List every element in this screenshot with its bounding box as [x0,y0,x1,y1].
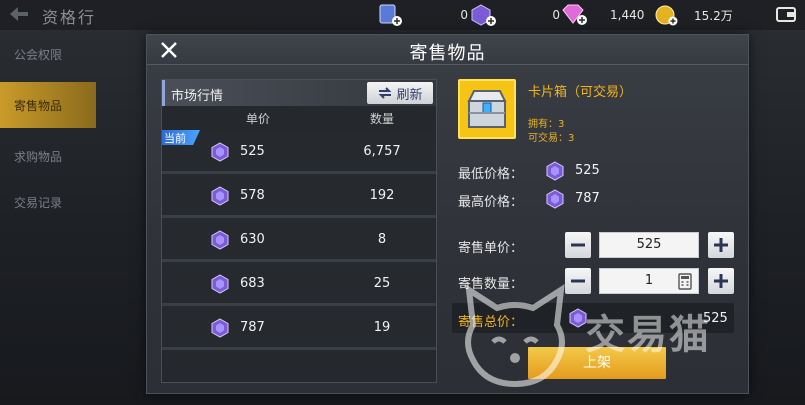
gem-icon [211,274,229,294]
plus-icon [714,238,728,252]
card-box-item-icon [458,79,516,139]
refresh-label: 刷新 [396,87,423,103]
unit-price-label: 寄售单价： [458,241,524,256]
gem-resource[interactable]: 0 [470,4,560,26]
sidebar-item-0[interactable]: 公会权限 [0,36,96,72]
item-owned: 拥有：3 [528,119,565,130]
watermark-text: 交易猫 [585,312,711,358]
row-price: 787 [240,320,265,335]
min-price-value: 525 [575,163,600,178]
unit-price-input[interactable]: 525 [599,232,699,258]
sidebar-item-1[interactable]: 寄售物品 [0,82,96,128]
row-price: 525 [240,144,265,159]
gem-icon [211,186,229,206]
quantity-value: 1 [644,273,654,288]
cat-logo-watermark [465,284,565,388]
gem-icon [211,142,229,162]
gem-icon [211,318,229,338]
market-row: 683 25 [162,262,436,306]
price-column-header: 单价 [246,112,271,126]
back-arrow-icon[interactable] [8,4,30,24]
treasure-box-icon [467,90,507,128]
card-resource[interactable]: 0 [378,4,468,26]
item-name: 卡片箱（可交易） [528,85,633,100]
row-quantity: 25 [373,276,391,291]
market-row: 525 6,757 [162,130,436,174]
row-quantity: 192 [369,188,395,203]
market-title: 市场行情 [171,89,224,104]
market-row: 630 8 [162,218,436,262]
gem-plus-icon [471,4,496,26]
market-row: 578 192 [162,174,436,218]
wallet-icon[interactable] [776,6,796,22]
row-price: 683 [240,276,265,291]
background-title: 资格行 [42,8,97,27]
sidebar-item-2[interactable]: 求购物品 [0,138,96,174]
diamond-resource[interactable]: 1,440 [560,4,644,26]
quantity-input[interactable]: 1 [599,268,699,294]
market-rows: 525 6,757 578 192 630 8 683 25 787 19 [162,130,436,350]
row-quantity: 6,757 [363,144,401,159]
dialog-header: 寄售物品 [147,35,748,65]
top-bar: 资格行 0 0 1,440 15.2万 [0,0,805,30]
diamond-count: 1,440 [610,8,645,22]
gold-coin-plus-icon [655,5,678,26]
refresh-button[interactable]: 刷新 [367,82,433,104]
market-panel: 市场行情 刷新 单价 数量 525 6,757 578 192 630 8 68… [161,79,437,383]
card-plus-icon [379,4,402,26]
row-price: 630 [240,232,265,247]
gold-resource[interactable]: 15.2万 [654,4,733,26]
diamond-plus-icon [562,4,587,25]
gem-icon [211,230,229,250]
card-count: 0 [460,8,468,22]
unit-price-plus-button[interactable] [708,232,734,258]
plus-icon [714,274,728,288]
row-price: 578 [240,188,265,203]
max-price-label: 最高价格： [458,195,524,210]
gem-count: 0 [552,8,560,22]
background-sidebar: 公会权限 寄售物品 求购物品 交易记录 [0,36,100,230]
gem-icon [546,161,564,181]
item-tradable: 可交易：3 [528,133,575,144]
min-price-label: 最低价格： [458,167,524,182]
gold-count: 15.2万 [694,8,733,23]
row-quantity: 8 [377,232,387,247]
sidebar-item-3[interactable]: 交易记录 [0,184,96,220]
calculator-icon[interactable] [678,273,692,290]
max-price-value: 787 [575,191,600,206]
market-header: 市场行情 刷新 [162,80,436,106]
quantity-plus-button[interactable] [708,268,734,294]
gem-icon [546,189,564,209]
minus-icon [571,243,585,247]
dialog-title: 寄售物品 [409,43,486,64]
quantity-column-header: 数量 [370,112,395,126]
refresh-icon [379,87,392,99]
unit-price-minus-button[interactable] [565,232,591,258]
market-row: 787 19 [162,306,436,350]
row-quantity: 19 [373,320,391,335]
